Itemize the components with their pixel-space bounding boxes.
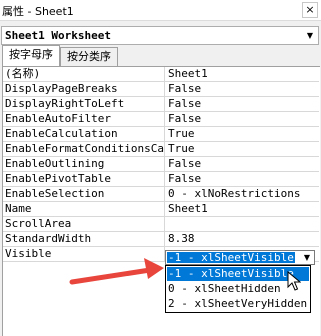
dropdown-option[interactable]: 2 - xlSheetVeryHidden: [167, 297, 309, 311]
property-name: EnableFormatConditionsCalcu: [5, 142, 165, 156]
property-row[interactable]: EnableAutoFilter False: [3, 112, 319, 127]
property-name: EnableCalculation: [3, 127, 165, 141]
chevron-down-icon[interactable]: ▼: [300, 251, 314, 264]
visible-combo[interactable]: -1 - xlSheetVisible ▼: [165, 250, 315, 265]
property-value[interactable]: False: [166, 157, 319, 171]
visible-combo-value: -1 - xlSheetVisible: [167, 251, 295, 264]
property-name: EnableOutlining: [3, 157, 165, 171]
property-value[interactable]: 0 - xlNoRestrictions: [166, 187, 319, 201]
title-bar: 属性 - Sheet1 ×: [0, 0, 321, 21]
property-value[interactable]: False: [166, 112, 319, 126]
property-value[interactable]: Sheet1: [166, 202, 319, 216]
property-row[interactable]: ScrollArea: [3, 217, 319, 232]
property-name: Name: [3, 202, 165, 216]
property-value[interactable]: [166, 217, 319, 231]
mouse-cursor-icon: [287, 271, 301, 291]
property-name: Visible: [3, 247, 165, 261]
property-row[interactable]: EnableCalculation True: [3, 127, 319, 142]
property-value[interactable]: False: [166, 97, 319, 111]
property-name: DisplayRightToLeft: [3, 97, 165, 111]
property-name: StandardWidth: [3, 232, 165, 246]
chevron-down-icon[interactable]: ▼: [302, 27, 318, 44]
property-name: EnablePivotTable: [3, 172, 165, 186]
window-title: 属性 - Sheet1: [2, 5, 74, 18]
tab-categorized[interactable]: 按分类序: [60, 47, 118, 66]
property-name: DisplayPageBreaks: [3, 82, 165, 96]
tab-alphabetic[interactable]: 按字母序: [2, 45, 60, 66]
property-row[interactable]: EnablePivotTable False: [3, 172, 319, 187]
property-name: EnableSelection: [3, 187, 165, 201]
property-name: ScrollArea: [3, 217, 165, 231]
object-selector[interactable]: Sheet1 Worksheet ▼: [1, 26, 319, 45]
property-name: (名称): [3, 67, 165, 81]
property-row[interactable]: EnableSelection 0 - xlNoRestrictions: [3, 187, 319, 202]
property-row[interactable]: Name Sheet1: [3, 202, 319, 217]
object-selector-value: Sheet1 Worksheet: [5, 29, 111, 42]
property-value[interactable]: 8.38: [166, 232, 319, 246]
property-row[interactable]: DisplayPageBreaks False: [3, 82, 319, 97]
property-row[interactable]: StandardWidth 8.38: [3, 232, 319, 247]
property-value[interactable]: True: [166, 127, 319, 141]
property-value[interactable]: False: [166, 172, 319, 186]
property-row[interactable]: (名称) Sheet1: [3, 67, 319, 82]
property-row[interactable]: EnableFormatConditionsCalcu True: [3, 142, 319, 157]
property-value[interactable]: False: [166, 82, 319, 96]
property-name: EnableAutoFilter: [3, 112, 165, 126]
property-value[interactable]: True: [166, 142, 319, 156]
property-value[interactable]: Sheet1: [166, 67, 319, 81]
property-row[interactable]: DisplayRightToLeft False: [3, 97, 319, 112]
close-button[interactable]: ×: [302, 2, 318, 18]
property-row[interactable]: EnableOutlining False: [3, 157, 319, 172]
